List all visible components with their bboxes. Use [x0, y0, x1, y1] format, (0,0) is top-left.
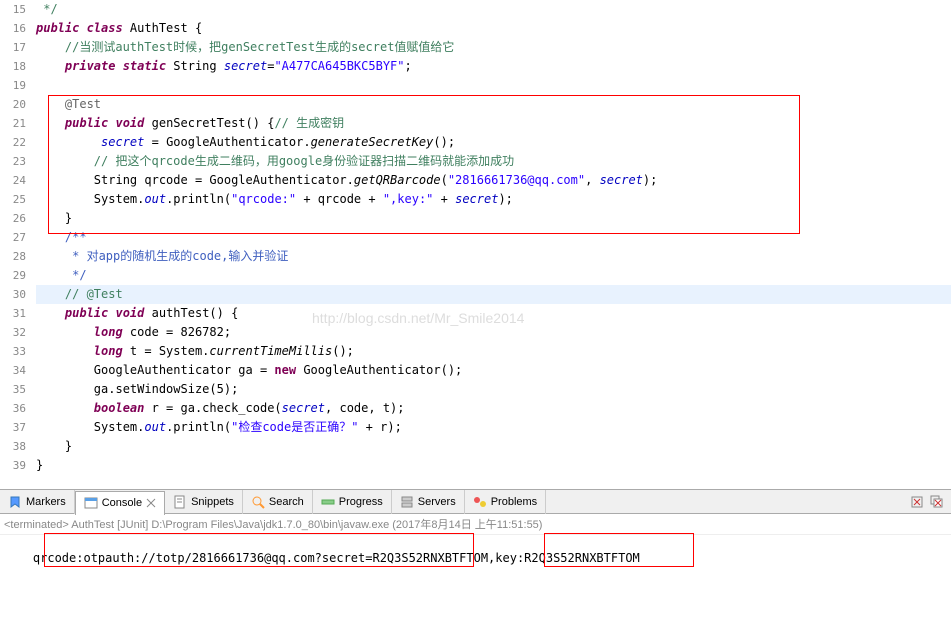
tab-snippets[interactable]: Snippets — [165, 490, 243, 514]
code-line[interactable]: * 对app的随机生成的code,输入并验证 — [36, 247, 951, 266]
console-panel: Markers Console Snippets Search Progress Serv… — [0, 490, 951, 618]
tab-label: Markers — [26, 496, 66, 508]
code-line[interactable]: boolean r = ga.check_code(secret, code, … — [36, 399, 951, 418]
console-status: <terminated> AuthTest [JUnit] D:\Program… — [0, 514, 951, 535]
tab-label: Problems — [491, 496, 537, 508]
code-area[interactable]: http://blog.csdn.net/Mr_Smile2014 */publ… — [32, 0, 951, 489]
code-line[interactable]: public void genSecretTest() {// 生成密钥 — [36, 114, 951, 133]
line-number: 38 — [0, 437, 26, 456]
code-line[interactable]: long t = System.currentTimeMillis(); — [36, 342, 951, 361]
line-number: 30 — [0, 285, 26, 304]
tab-label: Console — [102, 497, 142, 509]
code-line[interactable]: } — [36, 437, 951, 456]
line-number: 19 — [0, 76, 26, 95]
remove-launches-icon[interactable] — [909, 494, 925, 510]
console-toolbar — [909, 494, 951, 510]
code-line[interactable]: // 把这个qrcode生成二维码，用google身份验证器扫描二维码就能添加成… — [36, 152, 951, 171]
line-number: 20 — [0, 95, 26, 114]
line-number: 28 — [0, 247, 26, 266]
line-number: 29 — [0, 266, 26, 285]
code-line[interactable]: /** — [36, 228, 951, 247]
line-number: 37 — [0, 418, 26, 437]
tab-label: Search — [269, 496, 304, 508]
code-line[interactable]: ga.setWindowSize(5); — [36, 380, 951, 399]
tab-label: Progress — [339, 496, 383, 508]
line-gutter: 1516171819202122232425262728293031323334… — [0, 0, 32, 489]
tab-console[interactable]: Console — [75, 491, 165, 515]
tab-label: Servers — [418, 496, 456, 508]
code-line[interactable]: String qrcode = GoogleAuthenticator.getQ… — [36, 171, 951, 190]
snippets-icon — [173, 495, 187, 509]
line-number: 39 — [0, 456, 26, 475]
line-number: 18 — [0, 57, 26, 76]
tab-markers[interactable]: Markers — [0, 490, 75, 514]
code-line[interactable]: secret = GoogleAuthenticator.generateSec… — [36, 133, 951, 152]
tab-search[interactable]: Search — [243, 490, 313, 514]
tab-servers[interactable]: Servers — [392, 490, 465, 514]
line-number: 34 — [0, 361, 26, 380]
line-number: 31 — [0, 304, 26, 323]
line-number: 17 — [0, 38, 26, 57]
problems-icon — [473, 495, 487, 509]
code-line[interactable]: public void authTest() { — [36, 304, 951, 323]
tab-problems[interactable]: Problems — [465, 490, 546, 514]
tab-progress[interactable]: Progress — [313, 490, 392, 514]
code-line[interactable]: @Test — [36, 95, 951, 114]
line-number: 15 — [0, 0, 26, 19]
code-line[interactable]: // @Test — [36, 285, 951, 304]
servers-icon — [400, 495, 414, 509]
code-line[interactable]: public class AuthTest { — [36, 19, 951, 38]
line-number: 33 — [0, 342, 26, 361]
code-line[interactable]: private static String secret="A477CA645B… — [36, 57, 951, 76]
line-number: 23 — [0, 152, 26, 171]
console-icon — [84, 496, 98, 510]
code-line[interactable] — [36, 76, 951, 95]
code-editor[interactable]: 1516171819202122232425262728293031323334… — [0, 0, 951, 490]
line-number: 21 — [0, 114, 26, 133]
line-number: 25 — [0, 190, 26, 209]
line-number: 22 — [0, 133, 26, 152]
code-line[interactable]: System.out.println("qrcode:" + qrcode + … — [36, 190, 951, 209]
markers-icon — [8, 495, 22, 509]
line-number: 32 — [0, 323, 26, 342]
code-line[interactable]: } — [36, 456, 951, 475]
code-line[interactable]: */ — [36, 0, 951, 19]
code-line[interactable]: long code = 826782; — [36, 323, 951, 342]
tab-label: Snippets — [191, 496, 234, 508]
code-line[interactable]: */ — [36, 266, 951, 285]
view-tabs-bar: Markers Console Snippets Search Progress Serv… — [0, 490, 951, 514]
line-number: 26 — [0, 209, 26, 228]
code-line[interactable]: GoogleAuthenticator ga = new GoogleAuthe… — [36, 361, 951, 380]
line-number: 16 — [0, 19, 26, 38]
code-line[interactable]: } — [36, 209, 951, 228]
line-number: 24 — [0, 171, 26, 190]
line-number: 27 — [0, 228, 26, 247]
line-number: 35 — [0, 380, 26, 399]
code-line[interactable]: //当测试authTest时候，把genSecretTest生成的secret值… — [36, 38, 951, 57]
code-line[interactable]: System.out.println("检查code是否正确？" + r); — [36, 418, 951, 437]
close-icon[interactable] — [146, 498, 156, 508]
remove-all-icon[interactable] — [929, 494, 945, 510]
line-number: 36 — [0, 399, 26, 418]
progress-icon — [321, 495, 335, 509]
console-output[interactable]: qrcode:otpauth://totp/2816661736@qq.com?… — [0, 535, 951, 618]
search-icon — [251, 495, 265, 509]
console-output-text: qrcode:otpauth://totp/2816661736@qq.com?… — [33, 551, 640, 565]
